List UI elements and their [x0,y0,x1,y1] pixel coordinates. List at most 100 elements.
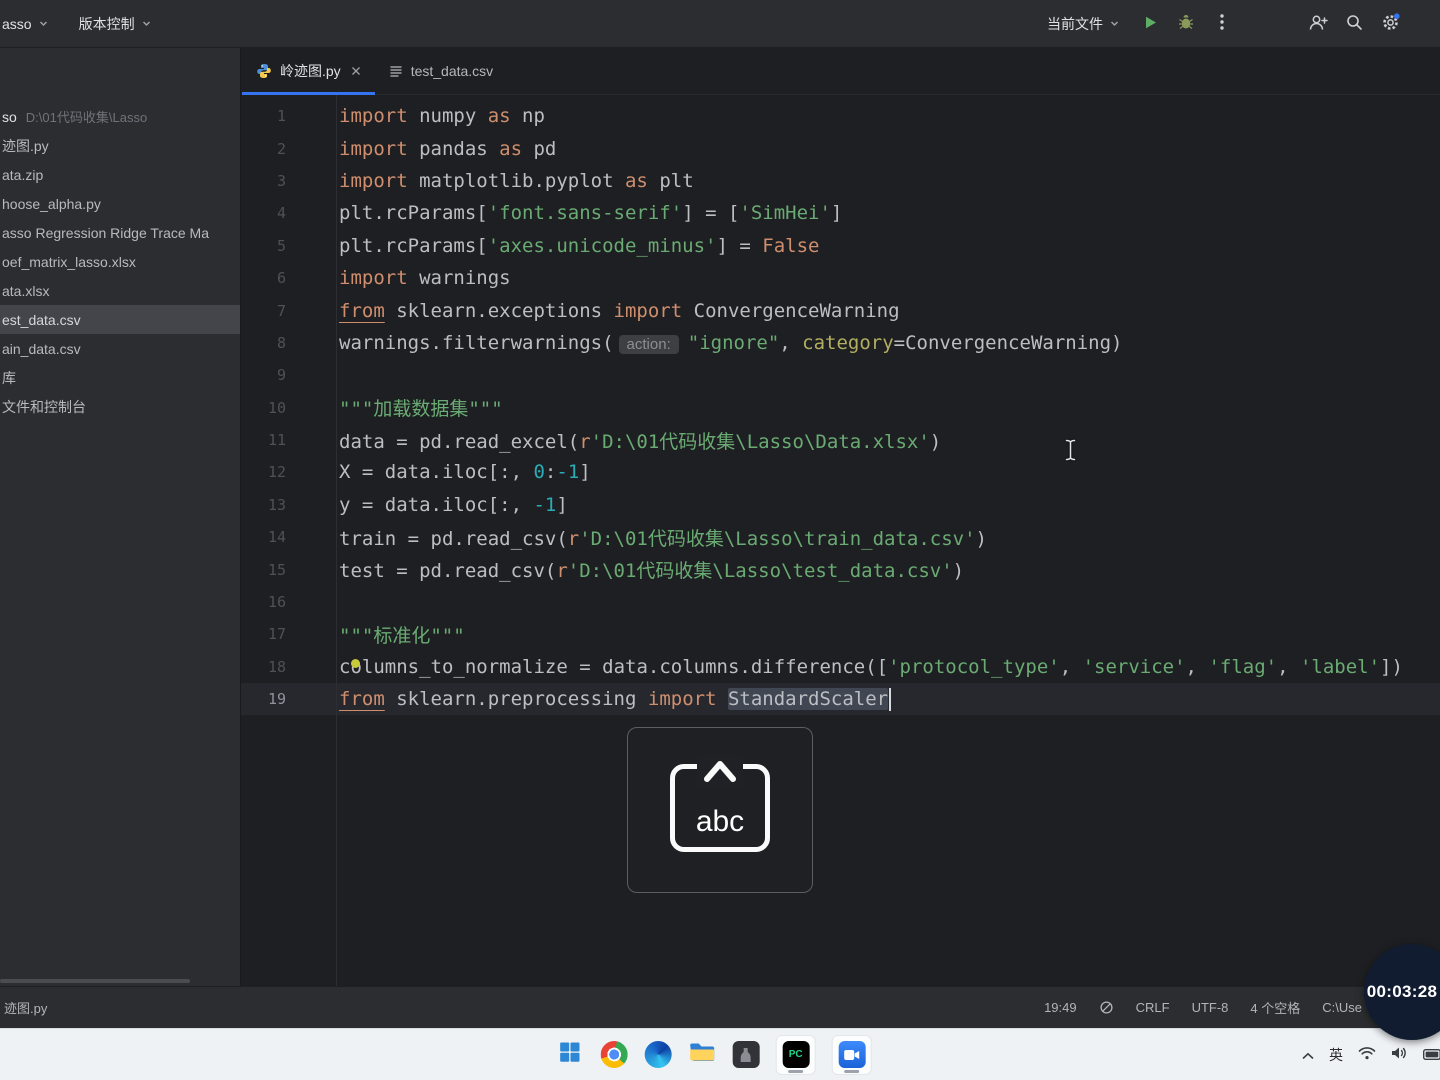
code-line-text: data = pd.read_excel(r'D:\01代码收集\Lasso\D… [339,430,942,453]
chrome-taskbar-button[interactable] [600,1041,628,1069]
line-number: 6 [276,269,286,288]
project-tree-item[interactable]: oef_matrix_lasso.xlsx [0,247,240,276]
line-number: 7 [276,301,286,320]
project-tree-item[interactable]: 迹图.py [0,131,240,160]
ime-language-indicator[interactable]: 英 [1329,1045,1343,1065]
status-cursor-position[interactable]: 19:49 [1044,1000,1077,1015]
tab-label: 岭迹图.py [280,63,341,79]
project-tree-item-label: ain_data.csv [2,340,81,357]
chrome-icon [600,1041,628,1068]
camera-icon [838,1041,866,1068]
code-line-text: import warnings [339,267,511,290]
code-line[interactable]: 19 from sklearn.preprocessing import Stan… [241,683,1440,716]
editor-tab-bar: 岭迹图.py test_data.csv [241,48,1440,95]
status-line-ending[interactable]: CRLF [1136,1000,1170,1015]
tab-close-icon[interactable] [351,66,361,76]
code-line[interactable]: 4 plt.rcParams['font.sans-serif'] = ['Sim… [241,197,1440,229]
project-panel: so D:\01代码收集\Lasso 迹图.py ata.zip hoose_alpha… [0,48,241,986]
dark-app-icon [732,1041,760,1068]
code-line[interactable]: 18 columns_to_normalize = data.columns.di… [241,651,1440,683]
recorder-taskbar-button[interactable] [831,1034,872,1075]
main-toolbar: asso 版本控制 当前文件 [0,0,1440,48]
code-line[interactable]: 8 warnings.filterwarnings(action: "ignore"… [241,327,1440,359]
project-root-item[interactable]: so D:\01代码收集\Lasso [0,102,240,131]
project-tree-item-label: hoose_alpha.py [2,195,101,212]
project-root-name: so [2,108,17,125]
code-line-text: from sklearn.preprocessing import Standa… [336,687,892,711]
bug-icon [1177,13,1195,34]
code-line[interactable]: 3 import matplotlib.pyplot as plt [241,165,1440,197]
code-line-text: plt.rcParams['font.sans-serif'] = ['SimH… [339,202,843,225]
code-line[interactable]: 17 """标准化""" [241,618,1440,650]
project-root-path: D:\01代码收集\Lasso [25,110,148,125]
status-encoding[interactable]: UTF-8 [1192,1000,1229,1015]
line-number: 5 [276,236,286,255]
tab-label: test_data.csv [410,63,494,79]
edge-taskbar-button[interactable] [644,1041,672,1069]
code-line[interactable]: 12 X = data.iloc[:, 0:-1] [241,456,1440,488]
line-number: 14 [267,528,286,547]
project-tree-item-label: 库 [2,369,16,386]
code-line[interactable]: 2 import pandas as pd [241,132,1440,164]
code-line[interactable]: 9 [241,359,1440,391]
project-tree-item[interactable]: hoose_alpha.py [0,189,240,218]
code-line[interactable]: 6 import warnings [241,262,1440,294]
windows-logo-icon [558,1040,582,1069]
project-widget[interactable]: asso [2,16,49,32]
search-icon [1346,14,1363,34]
project-tree-item[interactable]: 文件和控制台 [0,392,240,421]
search-everywhere-button[interactable] [1338,8,1370,40]
file-explorer-taskbar-button[interactable] [688,1041,716,1069]
parameter-hint: action: [618,334,679,354]
code-editor[interactable]: 1 import numpy as np 2 import pandas as pd 3… [241,95,1440,986]
code-line-text: y = data.iloc[:, -1] [339,493,568,516]
code-line[interactable]: 16 [241,586,1440,618]
status-indent[interactable]: 4 个空格 [1250,998,1300,1017]
volume-icon[interactable] [1391,1046,1408,1063]
code-line[interactable]: 1 import numpy as np [241,100,1440,132]
project-tree-item[interactable]: ain_data.csv [0,334,240,363]
line-number: 8 [276,333,286,352]
code-line[interactable]: 15 test = pd.read_csv(r'D:\01代码收集\Lasso\t… [241,553,1440,585]
code-line[interactable]: 11 data = pd.read_excel(r'D:\01代码收集\Lasso… [241,424,1440,456]
project-tree-item[interactable]: est_data.csv [0,305,240,334]
run-button[interactable] [1134,8,1166,40]
code-with-me-button[interactable] [1302,8,1334,40]
code-line[interactable]: 10 """加载数据集""" [241,392,1440,424]
code-line[interactable]: 5 plt.rcParams['axes.unicode_minus'] = Fa… [241,230,1440,262]
project-tree-item[interactable]: 库 [0,363,240,392]
project-tree-item[interactable]: asso Regression Ridge Trace Ma [0,218,240,247]
unknown-app-taskbar-button[interactable] [732,1041,760,1069]
vcs-widget-label: 版本控制 [78,15,135,32]
start-button[interactable] [556,1041,584,1069]
settings-button[interactable] [1374,8,1406,40]
inspections-off-icon[interactable] [1099,1000,1114,1015]
text-caret [889,687,892,711]
editor-tab[interactable]: 岭迹图.py [242,48,375,95]
battery-icon[interactable] [1423,1047,1440,1063]
line-number: 15 [267,560,286,579]
wifi-icon[interactable] [1358,1046,1376,1063]
tray-expand-chevron-icon[interactable] [1302,1047,1314,1063]
line-number: 19 [267,690,286,709]
project-tree-item[interactable]: ata.zip [0,160,240,189]
code-line[interactable]: 13 y = data.iloc[:, -1] [241,489,1440,521]
run-configuration-widget[interactable]: 当前文件 [1047,14,1120,34]
debug-button[interactable] [1170,8,1202,40]
pycharm-taskbar-button[interactable]: PC [775,1034,816,1075]
status-interpreter[interactable]: C:\Use [1322,1000,1362,1015]
editor-tab[interactable]: test_data.csv [375,48,508,94]
more-actions-button[interactable] [1206,8,1238,40]
ime-key-label: abc [695,805,745,838]
project-tree-item-label: est_data.csv [2,311,81,328]
code-line[interactable]: 14 train = pd.read_csv(r'D:\01代码收集\Lasso\… [241,521,1440,553]
horizontal-scrollbar[interactable] [0,979,190,983]
project-tree-item-label: asso Regression Ridge Trace Ma [2,224,209,241]
project-tree-item[interactable]: ata.xlsx [0,276,240,305]
vcs-widget[interactable]: 版本控制 [79,14,152,34]
code-line[interactable]: 7 from sklearn.exceptions import Converge… [241,294,1440,326]
edge-icon [644,1041,672,1068]
gear-icon [1381,12,1400,35]
status-file-label[interactable]: 迹图.py [4,998,47,1017]
windows-taskbar: PC 英 [0,1028,1440,1080]
